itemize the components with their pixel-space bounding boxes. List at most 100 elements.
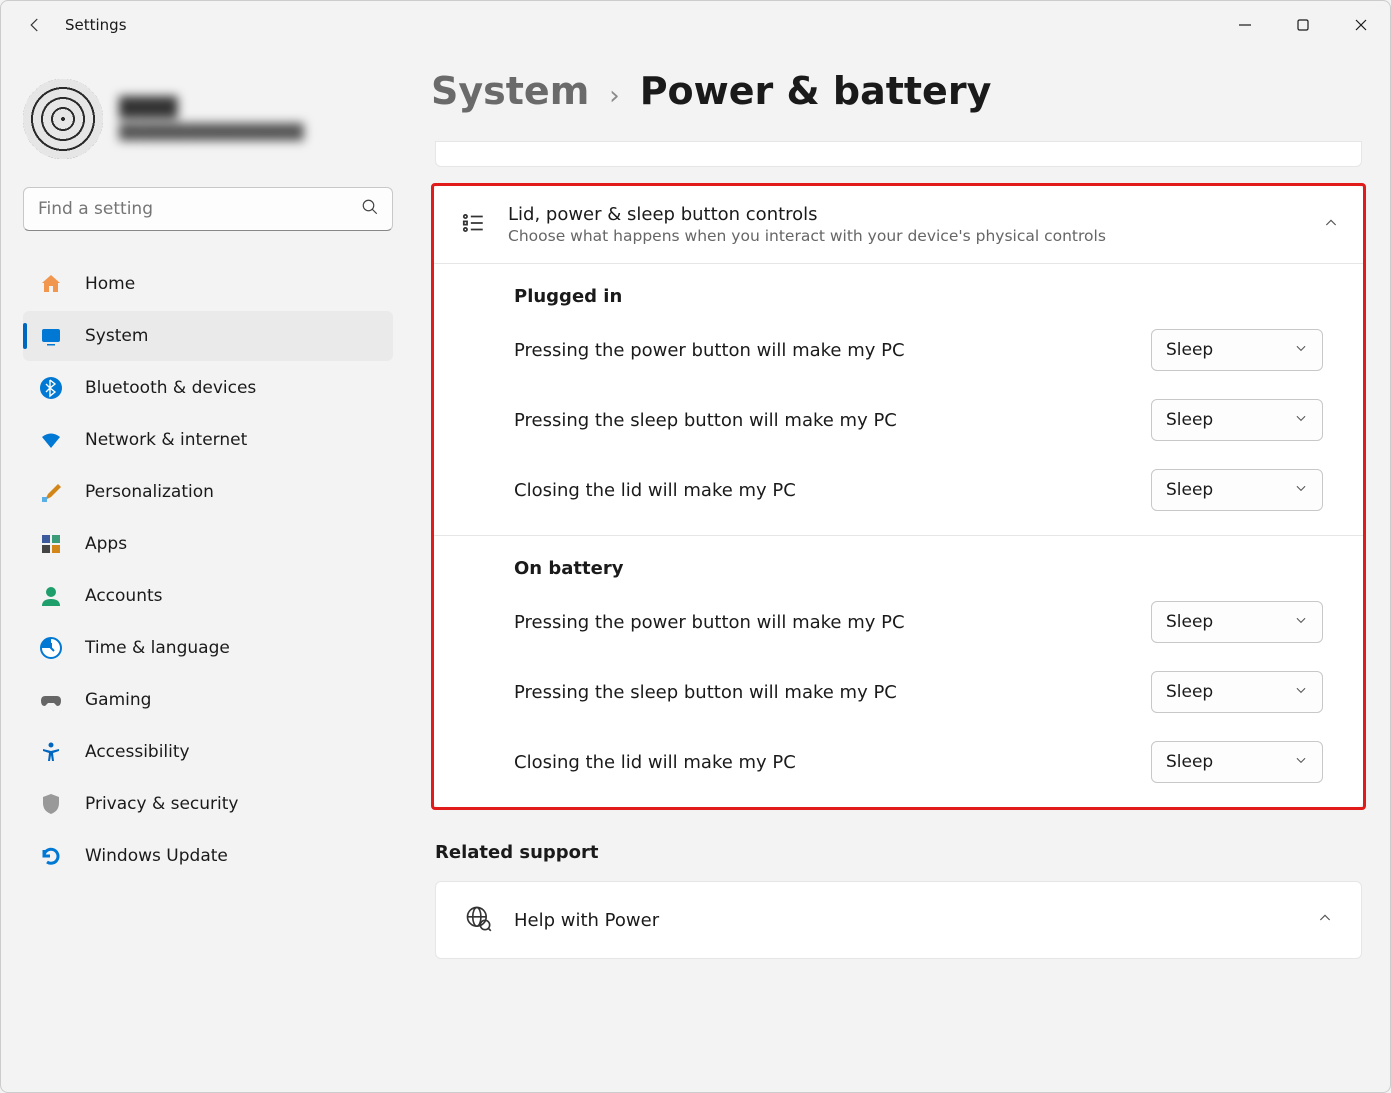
globe-icon [464, 904, 492, 936]
chevron-down-icon [1294, 480, 1308, 500]
panel-title: Lid, power & sleep button controls [508, 204, 1323, 225]
update-icon [37, 842, 65, 870]
apps-icon [37, 530, 65, 558]
plugged-in-heading: Plugged in [434, 264, 1363, 315]
window-title: Settings [65, 16, 127, 34]
nav-personalization[interactable]: Personalization [23, 467, 393, 517]
profile-name: ████ [119, 97, 304, 119]
battery-power-row: Pressing the power button will make my P… [434, 587, 1363, 657]
search-input[interactable] [23, 187, 393, 231]
dropdown-value: Sleep [1166, 682, 1294, 702]
chevron-down-icon [1294, 612, 1308, 632]
dropdown-value: Sleep [1166, 480, 1294, 500]
person-icon [37, 582, 65, 610]
accessibility-icon [37, 738, 65, 766]
nav-system[interactable]: System [23, 311, 393, 361]
nav-label: Windows Update [85, 846, 228, 866]
wifi-icon [37, 426, 65, 454]
nav-label: Privacy & security [85, 794, 239, 814]
plugged-lid-row: Closing the lid will make my PC Sleep [434, 455, 1363, 535]
nav-network[interactable]: Network & internet [23, 415, 393, 465]
bluetooth-icon [37, 374, 65, 402]
nav-accounts[interactable]: Accounts [23, 571, 393, 621]
setting-label: Closing the lid will make my PC [514, 480, 1151, 501]
nav-label: Home [85, 274, 135, 294]
related-support-heading: Related support [435, 842, 1366, 863]
nav-home[interactable]: Home [23, 259, 393, 309]
setting-label: Pressing the power button will make my P… [514, 612, 1151, 633]
system-icon [37, 322, 65, 350]
sidebar: ████ ████████████████ Home System [1, 49, 411, 1092]
chevron-down-icon [1294, 752, 1308, 772]
plugged-sleep-dropdown[interactable]: Sleep [1151, 399, 1323, 441]
help-title: Help with Power [514, 910, 1317, 931]
nav-list: Home System Bluetooth & devices Network … [23, 259, 393, 881]
battery-sleep-row: Pressing the sleep button will make my P… [434, 657, 1363, 727]
nav-apps[interactable]: Apps [23, 519, 393, 569]
nav-update[interactable]: Windows Update [23, 831, 393, 881]
chevron-right-icon: › [609, 81, 619, 111]
main-content: System › Power & battery Lid, power & sl… [411, 49, 1390, 1092]
setting-label: Pressing the power button will make my P… [514, 340, 1151, 361]
profile-email: ████████████████ [119, 123, 304, 141]
brush-icon [37, 478, 65, 506]
minimize-button[interactable] [1216, 5, 1274, 45]
on-battery-heading: On battery [434, 536, 1363, 587]
nav-label: Accessibility [85, 742, 190, 762]
home-icon [37, 270, 65, 298]
setting-label: Pressing the sleep button will make my P… [514, 682, 1151, 703]
nav-label: Gaming [85, 690, 151, 710]
titlebar: Settings [1, 1, 1390, 49]
plugged-power-row: Pressing the power button will make my P… [434, 315, 1363, 385]
gamepad-icon [37, 686, 65, 714]
dropdown-value: Sleep [1166, 340, 1294, 360]
nav-label: Apps [85, 534, 127, 554]
breadcrumb-current: Power & battery [640, 69, 992, 113]
breadcrumb-parent[interactable]: System [431, 69, 589, 113]
breadcrumb: System › Power & battery [431, 69, 1366, 113]
plugged-power-dropdown[interactable]: Sleep [1151, 329, 1323, 371]
plugged-lid-dropdown[interactable]: Sleep [1151, 469, 1323, 511]
maximize-button[interactable] [1274, 5, 1332, 45]
nav-accessibility[interactable]: Accessibility [23, 727, 393, 777]
battery-sleep-dropdown[interactable]: Sleep [1151, 671, 1323, 713]
setting-label: Closing the lid will make my PC [514, 752, 1151, 773]
chevron-down-icon [1294, 340, 1308, 360]
chevron-up-icon[interactable] [1317, 910, 1333, 930]
list-icon [460, 210, 486, 240]
avatar [23, 79, 103, 159]
panel-subtitle: Choose what happens when you interact wi… [508, 227, 1323, 245]
clock-icon [37, 634, 65, 662]
nav-label: System [85, 326, 148, 346]
search-icon [361, 198, 379, 220]
nav-time[interactable]: Time & language [23, 623, 393, 673]
nav-label: Personalization [85, 482, 214, 502]
battery-lid-row: Closing the lid will make my PC Sleep [434, 727, 1363, 807]
nav-privacy[interactable]: Privacy & security [23, 779, 393, 829]
panel-header[interactable]: Lid, power & sleep button controls Choos… [434, 186, 1363, 263]
previous-card-edge [435, 141, 1362, 167]
dropdown-value: Sleep [1166, 410, 1294, 430]
nav-label: Network & internet [85, 430, 247, 450]
plugged-sleep-row: Pressing the sleep button will make my P… [434, 385, 1363, 455]
profile-block[interactable]: ████ ████████████████ [23, 79, 393, 159]
lid-power-sleep-panel: Lid, power & sleep button controls Choos… [434, 186, 1363, 807]
search-box[interactable] [23, 187, 393, 231]
dropdown-value: Sleep [1166, 752, 1294, 772]
battery-lid-dropdown[interactable]: Sleep [1151, 741, 1323, 783]
chevron-down-icon [1294, 682, 1308, 702]
nav-gaming[interactable]: Gaming [23, 675, 393, 725]
nav-label: Time & language [85, 638, 230, 658]
dropdown-value: Sleep [1166, 612, 1294, 632]
nav-label: Bluetooth & devices [85, 378, 256, 398]
battery-power-dropdown[interactable]: Sleep [1151, 601, 1323, 643]
setting-label: Pressing the sleep button will make my P… [514, 410, 1151, 431]
chevron-down-icon [1294, 410, 1308, 430]
chevron-up-icon[interactable] [1323, 215, 1339, 235]
shield-icon [37, 790, 65, 818]
back-button[interactable] [23, 13, 47, 37]
close-button[interactable] [1332, 5, 1390, 45]
help-with-power-panel[interactable]: Help with Power [435, 881, 1362, 959]
nav-bluetooth[interactable]: Bluetooth & devices [23, 363, 393, 413]
nav-label: Accounts [85, 586, 163, 606]
